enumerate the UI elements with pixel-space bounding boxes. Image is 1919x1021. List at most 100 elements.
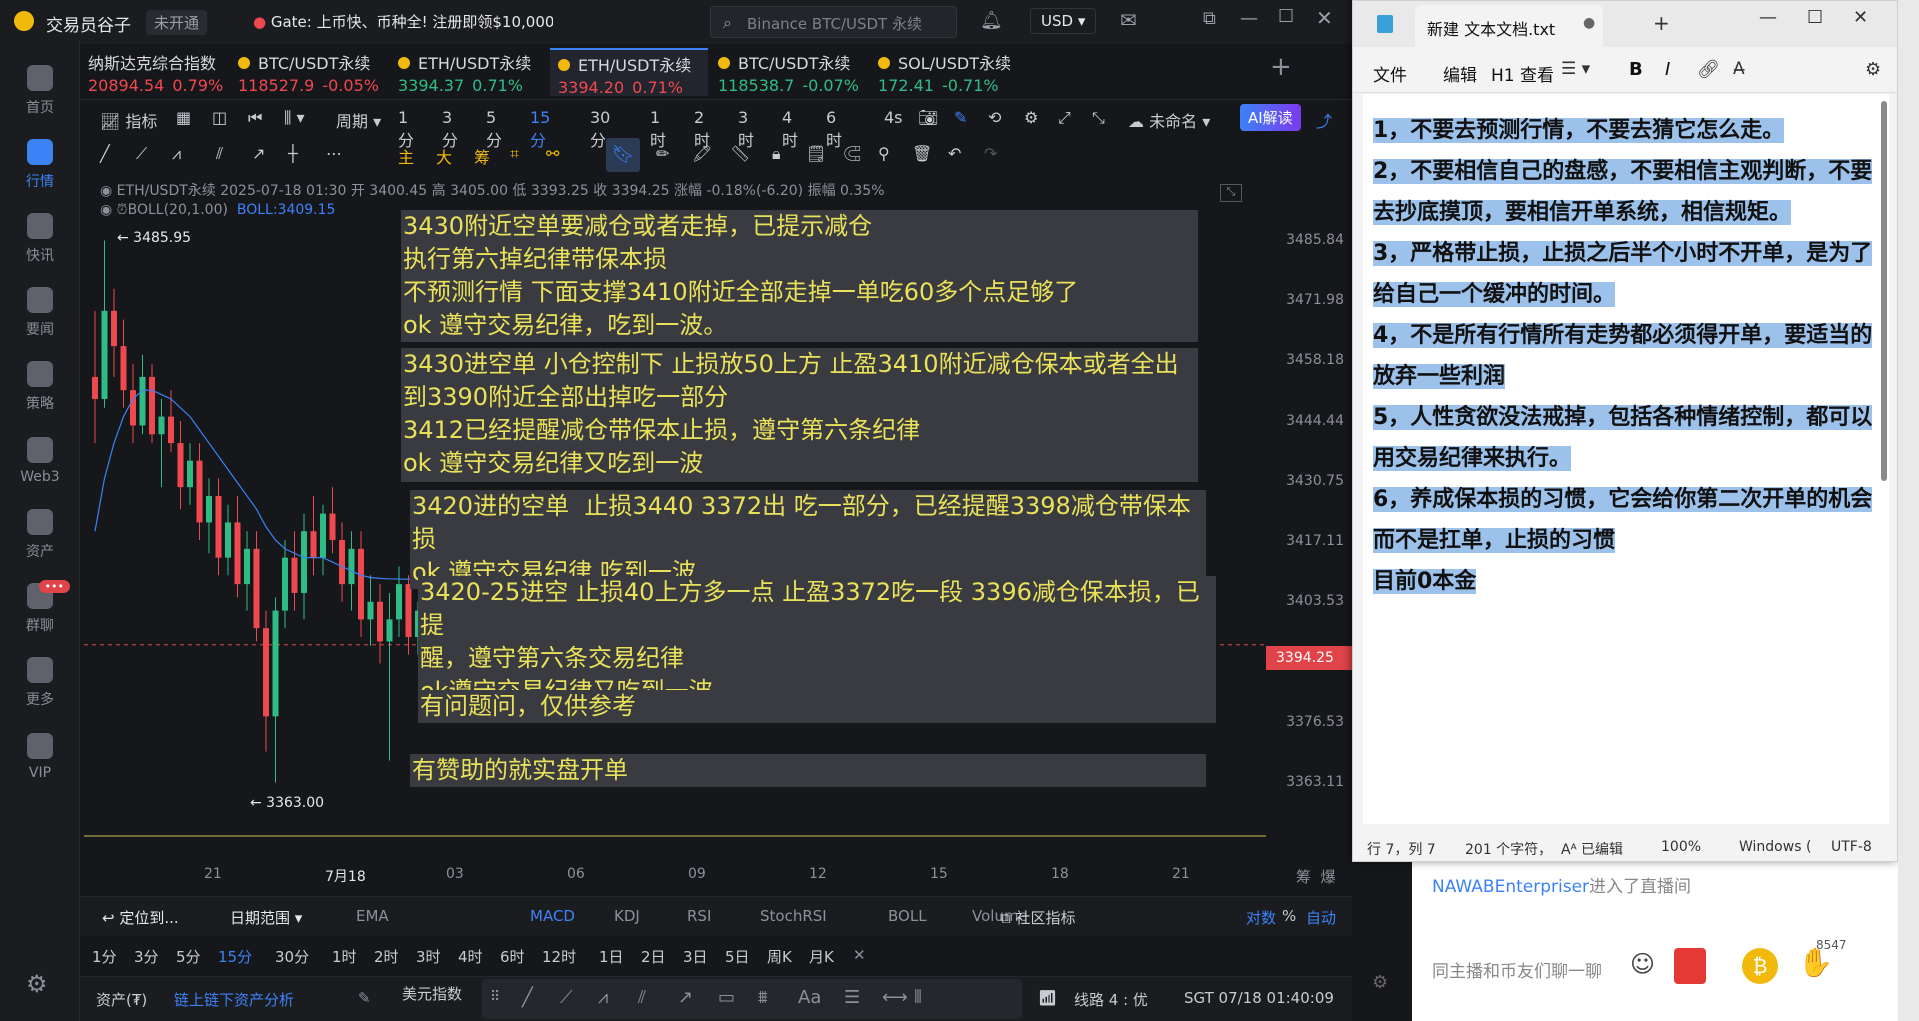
indicator-button[interactable]: 📈︎ 指标 <box>100 108 157 132</box>
log-scale-toggle[interactable]: 对数 <box>1246 907 1276 928</box>
camera-icon[interactable]: 📷︎ <box>918 108 938 127</box>
clear-format-icon[interactable]: A̶ <box>1733 59 1745 79</box>
note-icon[interactable]: 🗒︎ <box>806 144 826 163</box>
bottom-interval[interactable]: 3日 <box>683 946 708 967</box>
candle-type-icon[interactable]: ⫼ ▾ <box>284 108 304 128</box>
close-icon[interactable]: ✕ <box>1316 6 1333 30</box>
line-tool-icon[interactable]: ╱ <box>100 144 110 163</box>
layout-name-select[interactable]: ☁ 未命名 ▾ <box>1128 108 1210 132</box>
bold-icon[interactable]: B <box>1629 59 1643 80</box>
notepad-scrollbar[interactable] <box>1881 101 1887 481</box>
chat-input[interactable]: 同主播和币友们聊一聊 <box>1432 952 1712 992</box>
rectangle-tool-icon[interactable]: ▭ <box>718 987 735 1008</box>
minimize-icon[interactable]: — <box>1240 8 1258 29</box>
np-settings-icon[interactable]: ⚙ <box>1865 59 1881 80</box>
notepad-editor[interactable]: 1，不要去预测行情，不要去猜它怎么走。 2，不要相信自己的盘感，不要相信主观判断，… <box>1363 94 1889 824</box>
bottom-interval[interactable]: 15分 <box>218 946 252 967</box>
date-range-select[interactable]: 日期范围 ▾ <box>230 907 302 928</box>
np-maximize-icon[interactable]: ☐ <box>1807 7 1823 28</box>
channel-tool-icon[interactable]: ⫽ <box>216 144 223 164</box>
search-input[interactable]: ⌕ Binance BTC/USDT 永续 <box>710 6 957 38</box>
new-tab-icon[interactable]: + <box>1653 11 1670 35</box>
currency-select[interactable]: USD ▾ <box>1030 8 1097 34</box>
indicator-tab[interactable]: RSI <box>687 907 711 925</box>
nav-item-7[interactable]: 群聊 ••• <box>0 572 80 646</box>
measure-icon[interactable]: ⌗ <box>510 144 519 164</box>
ticker-tab[interactable]: 纳斯达克综合指数 20894.54 0.79% <box>80 48 238 96</box>
ray-tool-icon[interactable]: ⟋ <box>560 987 573 1008</box>
bottom-interval[interactable]: 1日 <box>599 946 624 967</box>
window-layout-icon[interactable]: ⧉ <box>1203 8 1216 29</box>
bookmark-icon[interactable]: 🔖︎ <box>606 138 640 172</box>
replay-icon[interactable]: ⟲ <box>988 108 1001 127</box>
ticker-tab[interactable]: BTC/USDT永续 118527.9 -0.05% <box>230 48 388 96</box>
brush-icon[interactable]: ✏ <box>656 144 669 163</box>
dollar-index-label[interactable]: 美元指数 <box>402 983 462 1004</box>
pattern-tool-icon[interactable]: ⩩ <box>758 987 768 1008</box>
boll-info[interactable]: ◉ ⏰︎BOLL(20,1.00) BOLL:3409.15 <box>100 202 335 218</box>
bottom-interval[interactable]: 2日 <box>641 946 666 967</box>
trend-tool-icon[interactable]: ↗ <box>678 987 693 1008</box>
ray-tool-icon[interactable]: ⟋ <box>136 144 147 164</box>
fib-tool-icon[interactable]: ☰ <box>844 987 860 1008</box>
fullscreen-icon[interactable]: ⤢ <box>1058 108 1071 128</box>
nav-item-6[interactable]: 资产 <box>0 498 80 572</box>
pattern-icon[interactable]: ⚯ <box>546 144 559 163</box>
bottom-interval[interactable]: 2时 <box>374 946 399 967</box>
bottom-interval[interactable]: 4时 <box>458 946 483 967</box>
pen-icon[interactable]: ✎ <box>954 108 967 127</box>
line-tool-icon[interactable]: ╱ <box>522 987 533 1008</box>
locate-button[interactable]: ↩ 定位到... <box>102 907 179 928</box>
indicator-tab[interactable]: KDJ <box>614 907 640 925</box>
drag-handle-icon[interactable]: ⠿ <box>490 989 500 1005</box>
route-status[interactable]: 线路 4 : 优 <box>1074 989 1148 1010</box>
trend-tool-icon[interactable]: ↗ <box>252 144 265 163</box>
add-ticker-icon[interactable]: + <box>1270 52 1292 82</box>
close-intervals-icon[interactable]: ✕ <box>853 946 866 964</box>
nav-item-0[interactable]: 首页 <box>0 54 80 128</box>
lock-icon[interactable]: 🔒︎ <box>772 144 781 164</box>
trash-icon[interactable]: 🗑︎ <box>912 144 932 163</box>
ai-interpret-button[interactable]: AI解读 <box>1240 104 1301 131</box>
settings-icon[interactable]: ⚙ <box>26 970 48 998</box>
indicator-tab[interactable]: BOLL <box>888 907 927 925</box>
time-axis[interactable]: 21 7月18 03 06 09 12 15 18 21 <box>84 866 1266 890</box>
bottom-interval[interactable]: 月K <box>809 946 834 967</box>
notepad-tab[interactable]: 新建 文本文档.txt ● <box>1415 5 1603 47</box>
ticker-tab[interactable]: ETH/USDT永续 3394.20 0.71% <box>550 48 708 97</box>
community-indicator-button[interactable]: ⧉ 社区指标 <box>1000 907 1076 928</box>
layout-icon[interactable]: ◫ <box>212 108 227 127</box>
nav-item-5[interactable]: Web3 <box>0 424 80 498</box>
italic-icon[interactable]: I <box>1665 59 1670 80</box>
axis-tools[interactable]: 筹 爆 <box>1296 866 1336 887</box>
list-icon[interactable]: ☰ ▾ <box>1561 59 1590 79</box>
rewind-icon[interactable]: ⏮ <box>248 108 262 128</box>
price-axis[interactable]: 3485.84 3471.98 3458.18 3444.44 3430.75 3417.… <box>1266 176 1352 856</box>
collapse-icon[interactable]: ⦀ <box>914 987 922 1008</box>
horizontal-line-icon[interactable]: ┼ <box>288 144 298 163</box>
wave-tool-icon[interactable]: ⩘ <box>172 144 181 164</box>
ticker-tab[interactable]: BTC/USDT永续 118538.7 -0.07% <box>710 48 868 96</box>
menu-view[interactable]: H1 查看 <box>1491 61 1554 86</box>
more-tools-icon[interactable]: ⋯ <box>326 144 342 163</box>
period-select[interactable]: 周期 ▾ <box>336 108 381 132</box>
calendar-icon[interactable]: ▦ <box>176 108 191 127</box>
highlighter-icon[interactable]: 🖍︎ <box>692 144 712 163</box>
undo-icon[interactable]: ↶ <box>948 144 961 163</box>
draw-big-button[interactable]: 大 <box>436 144 452 168</box>
ticker-tab[interactable]: SOL/USDT永续 172.41 -0.71% <box>870 48 1028 96</box>
fullscreen-exit-icon[interactable]: ⤡ <box>1092 108 1105 128</box>
emoji-icon[interactable]: ☺ <box>1630 950 1655 978</box>
ruler-icon[interactable]: 📏︎ <box>730 144 750 163</box>
ticker-tab[interactable]: ETH/USDT永续 3394.37 0.71% <box>390 48 548 96</box>
settings-icon[interactable]: ⚙ <box>1024 108 1038 127</box>
coin-icon[interactable]: ₿ <box>1742 948 1778 984</box>
bottom-interval[interactable]: 周K <box>767 946 792 967</box>
bottom-interval[interactable]: 3分 <box>134 946 159 967</box>
edit-icon[interactable]: ✎ <box>358 989 371 1007</box>
wave-tool-icon[interactable]: ⩘ <box>598 987 608 1008</box>
assets-label[interactable]: 资产(₮) <box>96 989 147 1010</box>
bottom-interval[interactable]: 6时 <box>500 946 525 967</box>
nav-item-1[interactable]: 行情 <box>0 128 80 202</box>
percent-scale-toggle[interactable]: % <box>1282 907 1296 925</box>
